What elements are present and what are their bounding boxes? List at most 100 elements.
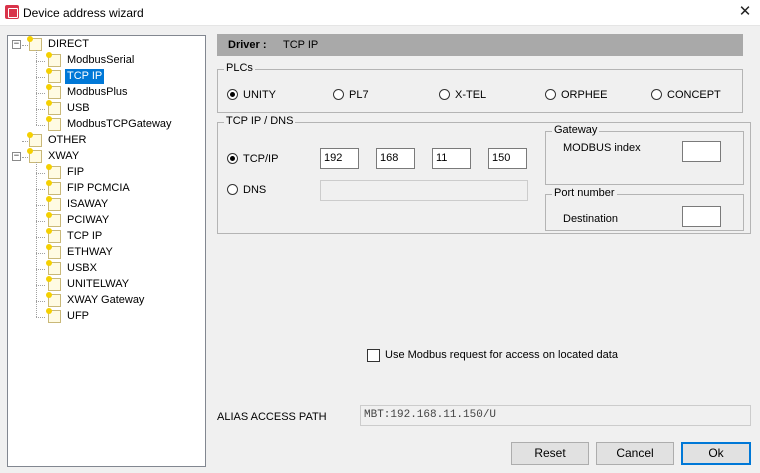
tree-item[interactable]: FIP PCMCIA <box>8 180 204 197</box>
ip-octet-4[interactable]: 150 <box>488 148 527 169</box>
tree-item-label: USB <box>67 102 90 114</box>
node-icon <box>46 180 61 195</box>
radio-tcpip-label: TCP/IP <box>243 153 279 165</box>
node-icon <box>46 84 61 99</box>
node-icon <box>46 292 61 307</box>
tree-item-label: FIP PCMCIA <box>67 182 130 194</box>
cancel-button[interactable]: Cancel <box>596 442 674 465</box>
node-icon <box>46 276 61 291</box>
tree-item[interactable]: UFP <box>8 308 204 325</box>
radio-concept-label: CONCEPT <box>667 89 721 101</box>
tree-item-label: ETHWAY <box>67 246 113 258</box>
tree-item[interactable]: PCIWAY <box>8 212 204 229</box>
collapse-icon[interactable]: − <box>12 152 21 161</box>
tree-item[interactable]: ModbusTCPGateway <box>8 116 204 133</box>
destination-label: Destination <box>563 213 619 225</box>
collapse-icon[interactable]: − <box>12 40 21 49</box>
tree-item[interactable]: FIP <box>8 164 204 181</box>
ip-octet-3[interactable]: 11 <box>432 148 471 169</box>
alias-label: ALIAS ACCESS PATH <box>217 411 327 423</box>
node-icon <box>46 228 61 243</box>
tree-item-label: UFP <box>67 310 89 322</box>
tree-item[interactable]: OTHER <box>8 132 204 149</box>
tree-item-label: USBX <box>67 262 97 274</box>
tree-item[interactable]: ModbusPlus <box>8 84 204 101</box>
ip-octet-1[interactable]: 192 <box>320 148 359 169</box>
radio-orphee-label: ORPHEE <box>561 89 608 101</box>
tree-item-label: FIP <box>67 166 85 178</box>
app-icon <box>5 5 19 19</box>
radio-pl7-dot <box>333 89 344 100</box>
reset-button[interactable]: Reset <box>511 442 589 465</box>
destination-field[interactable] <box>682 206 721 227</box>
radio-dns-label: DNS <box>243 184 267 196</box>
tcpip-legend: TCP IP / DNS <box>224 115 296 127</box>
tree-item[interactable]: ISAWAY <box>8 196 204 213</box>
tree-item-label: DIRECT <box>48 38 89 50</box>
tree-connector <box>36 301 45 302</box>
node-icon <box>46 308 61 323</box>
ip-octet-2[interactable]: 168 <box>376 148 415 169</box>
tree-item[interactable]: ETHWAY <box>8 244 204 261</box>
tree-item[interactable]: XWAY Gateway <box>8 292 204 309</box>
dns-field[interactable] <box>320 180 528 201</box>
tree-item-label: XWAY <box>48 150 80 162</box>
tree-item[interactable]: TCP IP <box>8 228 204 245</box>
modbus-index-label: MODBUS index <box>563 142 641 154</box>
plcs-group: PLCs UNITY PL7 X-TEL ORPHEE CONCEPT <box>217 62 743 113</box>
tree-item[interactable]: USB <box>8 100 204 117</box>
device-tree[interactable]: − DIRECT ModbusSerial TCP IP ModbusPlus USB Mo… <box>7 35 206 467</box>
tree-connector <box>36 221 45 222</box>
node-icon <box>27 132 42 147</box>
port-group: Port number Destination <box>545 187 744 231</box>
node-icon <box>46 244 61 259</box>
driver-value: TCP IP <box>283 39 319 51</box>
driver-header: Driver : TCP IP <box>217 34 743 56</box>
tree-connector <box>36 93 45 94</box>
tree-item[interactable]: TCP IP <box>8 68 204 85</box>
node-icon <box>46 100 61 115</box>
tree-item[interactable]: − XWAY <box>8 148 204 165</box>
tree-connector <box>36 109 45 110</box>
tree-connector <box>36 253 45 254</box>
node-icon <box>46 68 61 83</box>
radio-unity-label: UNITY <box>243 89 276 101</box>
alias-field[interactable]: MBT:192.168.11.150/U <box>360 405 751 426</box>
tree-connector <box>22 157 28 158</box>
node-icon <box>46 52 61 67</box>
tree-connector <box>36 317 45 318</box>
tree-item[interactable]: UNITELWAY <box>8 276 204 293</box>
node-icon <box>46 196 61 211</box>
close-icon[interactable]: ✕ <box>736 3 754 21</box>
tree-connector <box>22 45 28 46</box>
tree-item[interactable]: ModbusSerial <box>8 52 204 69</box>
tree-connector <box>36 269 45 270</box>
tree-item-label: ModbusTCPGateway <box>67 118 172 130</box>
tree-item-label: ModbusPlus <box>67 86 128 98</box>
tree-item-label: ISAWAY <box>67 198 109 210</box>
tcpip-group: TCP IP / DNS TCP/IP 192 168 11 150 DNS G… <box>217 115 751 234</box>
tree-connector <box>36 189 45 190</box>
use-modbus-label: Use Modbus request for access on located… <box>385 349 618 361</box>
tree-connector <box>36 205 45 206</box>
tree-item[interactable]: USBX <box>8 260 204 277</box>
gateway-legend: Gateway <box>552 124 600 136</box>
tree-item-label: UNITELWAY <box>67 278 130 290</box>
tree-item-label: OTHER <box>48 134 87 146</box>
tree-connector <box>36 50 37 125</box>
tree-connector <box>36 173 45 174</box>
node-icon <box>46 212 61 227</box>
tree-item[interactable]: − DIRECT <box>8 36 204 53</box>
node-icon <box>46 164 61 179</box>
plcs-legend: PLCs <box>224 62 255 74</box>
driver-label: Driver : <box>228 39 267 51</box>
node-icon <box>46 116 61 131</box>
tree-connector <box>36 77 45 78</box>
radio-unity-dot <box>227 89 238 100</box>
radio-tcpip-dot <box>227 153 238 164</box>
node-icon <box>46 260 61 275</box>
tree-item-label: TCP IP <box>67 230 103 242</box>
tree-item-label: PCIWAY <box>67 214 110 226</box>
modbus-index-field[interactable] <box>682 141 721 162</box>
ok-button[interactable]: Ok <box>681 442 751 465</box>
